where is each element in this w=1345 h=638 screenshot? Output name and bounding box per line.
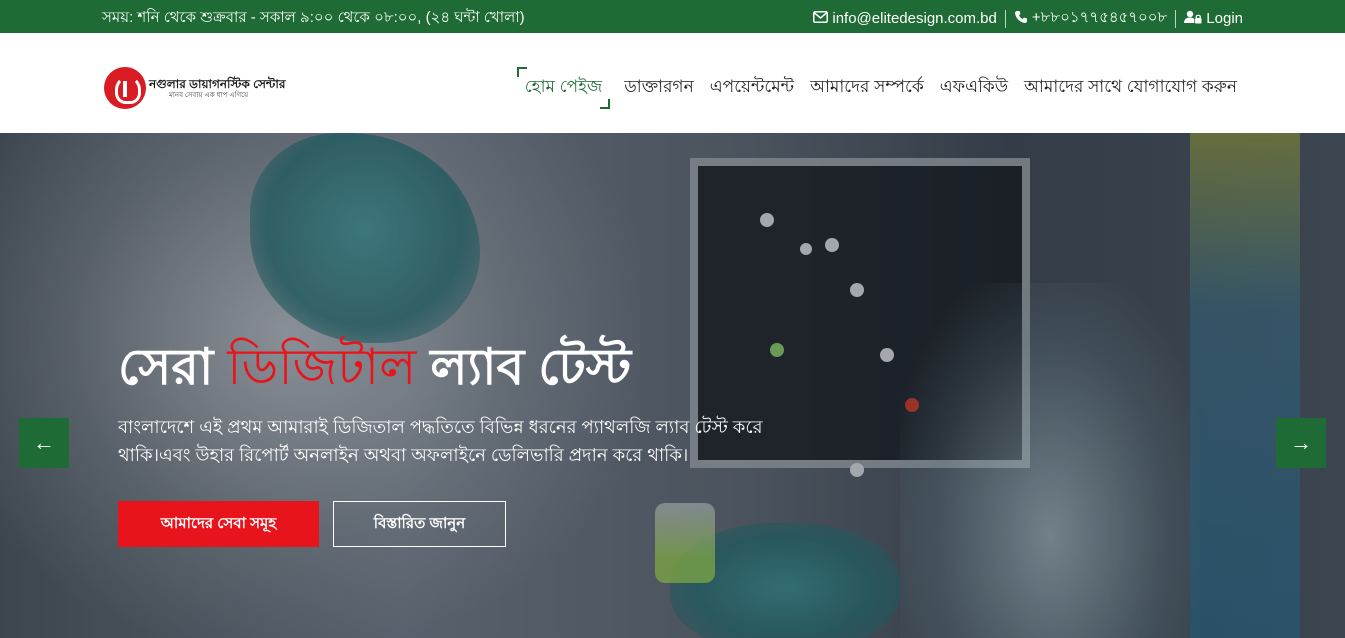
nav-item-doctors[interactable]: ডাক্তারগন [624, 74, 694, 102]
opening-hours: সময়: শনি থেকে শুক্রবার - সকাল ৯:০০ থেকে… [102, 9, 525, 26]
learn-more-button[interactable]: বিস্তারিত জানুন [333, 501, 506, 547]
nav-item-about[interactable]: আমাদের সম্পর্কে [810, 74, 924, 102]
nav-item-home[interactable]: হোম পেইজ [516, 67, 611, 109]
email-link[interactable]: info@elitedesign.com.bd [813, 10, 997, 27]
phone-text: +৮৮০১৭৭৫৪৫৭০০৮ [1031, 9, 1168, 26]
site-header: নগুলার ডায়াগনস্টিক সেন্টার মানব সেবায় … [0, 33, 1345, 133]
login-text: Login [1206, 10, 1243, 27]
user-lock-icon [1184, 10, 1202, 28]
nav-item-contact[interactable]: আমাদের সাথে যোগাযোগ করুন [1024, 74, 1237, 102]
arrow-left-icon: ← [33, 430, 55, 455]
hero-title-part2: ল্যাব টেস্ট [416, 339, 632, 395]
top-contact-group: info@elitedesign.com.bd +৮৮০১৭৭৫৪৫৭০০৮ L… [813, 6, 1243, 31]
hero-title: সেরা ডিজিটাল ল্যাব টেস্ট [118, 330, 631, 413]
hero-description: বাংলাদেশে এই প্রথম আমারাই ডিজিতাল পদ্ধতি… [118, 417, 763, 465]
slider-next-button[interactable]: → [1276, 418, 1326, 468]
divider [1175, 9, 1177, 28]
phoenix-logo-icon [104, 67, 146, 109]
divider [1004, 9, 1006, 28]
logo-tagline: মানব সেবায় এক ধাপ এগিয়ে [169, 91, 249, 99]
logo-name: নগুলার ডায়াগনস্টিক সেন্টার [149, 76, 286, 91]
phone-link[interactable]: +৮৮০১৭৭৫৪৫৭০০৮ [1014, 6, 1167, 31]
arrow-right-icon: → [1290, 430, 1312, 455]
hero-title-part1: সেরা [118, 339, 228, 395]
email-text: info@elitedesign.com.bd [832, 10, 997, 27]
site-logo[interactable]: নগুলার ডায়াগনস্টিক সেন্টার মানব সেবায় … [104, 67, 285, 109]
nav-item-faq[interactable]: এফএকিউ [940, 74, 1008, 102]
envelope-icon [813, 10, 829, 27]
hero-slider: সেরা ডিজিটাল ল্যাব টেস্ট বাংলাদেশে এই প্… [0, 133, 1345, 638]
login-link[interactable]: Login [1184, 10, 1243, 28]
nav-item-appointment[interactable]: এপয়েন্টমেন্ট [710, 74, 794, 102]
top-info-bar: সময়: শনি থেকে শুক্রবার - সকাল ৯:০০ থেকে… [0, 0, 1345, 33]
main-nav: হোম পেইজ ডাক্তারগন এপয়েন্টমেন্ট আমাদের … [503, 67, 1237, 109]
hero-title-highlight: ডিজিটাল [227, 339, 417, 395]
phone-icon [1014, 10, 1028, 28]
our-services-button[interactable]: আমাদের সেবা সমূহ [118, 501, 319, 547]
slider-prev-button[interactable]: ← [19, 418, 69, 468]
